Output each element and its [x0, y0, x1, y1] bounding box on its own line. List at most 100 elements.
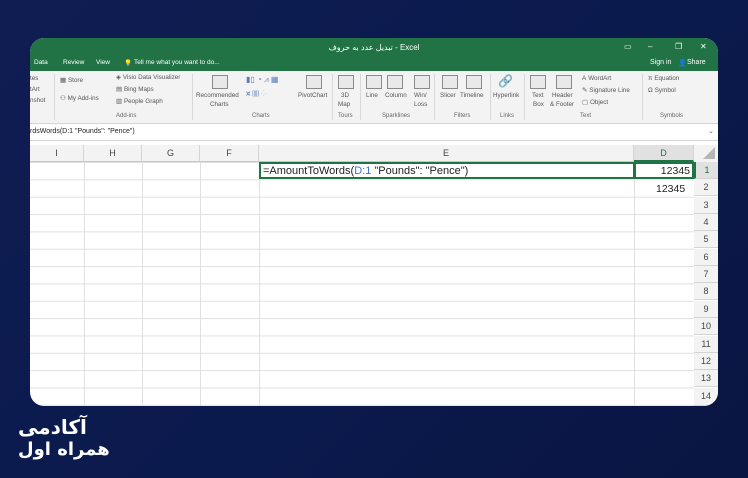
share-icon[interactable]: 👤 [678, 59, 687, 67]
header-footer-button[interactable]: Header [552, 92, 573, 99]
visio-button[interactable]: ◈ Visio Data Visualizer [116, 74, 180, 81]
column-header-i[interactable]: I [30, 145, 84, 162]
row-header[interactable]: 13 [694, 370, 718, 388]
academy-logo: آکادمی همراه اول [18, 415, 110, 460]
select-all-corner[interactable] [694, 145, 718, 162]
column-header-g[interactable]: G [142, 145, 200, 162]
row-header[interactable]: 9 [694, 300, 718, 318]
header-footer-icon [556, 75, 572, 89]
3d-map-label[interactable]: 3D [341, 92, 349, 99]
formula-bar[interactable]: rdsWords(D:1 "Pounds": "Pence") ⌄ [30, 124, 718, 141]
row-header[interactable]: 7 [694, 266, 718, 284]
column-header-f[interactable]: F [200, 145, 259, 162]
winloss-sparkline-icon [414, 75, 430, 89]
store-icon: ▦ [60, 77, 66, 84]
sparkline-winloss-button[interactable]: Win/ [414, 92, 427, 99]
cell-d1-value: 12345 [660, 165, 690, 177]
row-header[interactable]: 10 [694, 318, 718, 336]
row-header[interactable]: 8 [694, 283, 718, 301]
symbol-button[interactable]: Ω Symbol [648, 87, 676, 94]
people-icon: ▥ [116, 98, 122, 105]
slicer-button[interactable]: Slicer [440, 92, 456, 99]
ribbon-display-icon[interactable]: ▭ [624, 42, 632, 51]
cell-reference: D:1 [354, 165, 372, 177]
sparkline-winloss-label2[interactable]: Loss [414, 101, 427, 108]
text-box-icon [530, 75, 546, 89]
group-label-charts: Charts [252, 113, 270, 119]
row-header[interactable]: 12 [694, 352, 718, 370]
column-header-h[interactable]: H [84, 145, 142, 162]
ribbon-partial-label[interactable]: tes [30, 75, 38, 82]
column-header-d[interactable]: D [634, 145, 694, 162]
minimize-icon[interactable]: – [648, 42, 652, 51]
timeline-button[interactable]: Timeline [460, 92, 484, 99]
group-label-filters: Filters [454, 113, 471, 119]
chart-types-icon[interactable]: ▮▯ ◔ ⩘ ▦ [246, 75, 278, 85]
row-header[interactable]: 6 [694, 248, 718, 266]
cell-d1[interactable]: 12345 [634, 162, 694, 179]
text-box-button[interactable]: Text [532, 92, 544, 99]
row-header[interactable]: 2 [694, 179, 718, 197]
cell-e1-formula[interactable]: =AmountToWords(D:1 "Pounds": "Pence") [263, 165, 468, 177]
recommended-charts-label[interactable]: Recommended [196, 92, 239, 99]
tab-view[interactable]: View [96, 59, 110, 66]
wordart-icon: A [582, 75, 587, 82]
cell-e1-editing[interactable]: =AmountToWords(D:1 "Pounds": "Pence") [259, 162, 635, 179]
store-button[interactable]: ▦ Store [60, 77, 83, 84]
tab-data[interactable]: Data [34, 59, 48, 66]
excel-window: تبدیل عدد به حروف - Excel ▭ – ❐ ✕ Data R… [30, 38, 718, 406]
3d-map-icon [338, 75, 354, 89]
recommended-charts-label2[interactable]: Charts [210, 101, 229, 108]
bing-icon: ▤ [116, 86, 122, 93]
header-footer-label2[interactable]: & Footer [550, 101, 574, 108]
text-box-label2[interactable]: Box [533, 101, 544, 108]
group-label-addins: Add-ins [116, 113, 137, 119]
3d-map-label2[interactable]: Map [338, 101, 350, 108]
chevron-down-icon[interactable]: ⌄ [708, 127, 714, 135]
logo-line-2: همراه اول [18, 439, 110, 460]
sparkline-line-button[interactable]: Line [366, 92, 378, 99]
equation-button[interactable]: π Equation [648, 75, 679, 82]
ribbon-partial-label[interactable]: nshot [30, 97, 45, 104]
cell-grid[interactable] [30, 162, 694, 406]
ribbon-partial-label[interactable]: tArt [30, 86, 40, 93]
visio-icon: ◈ [116, 74, 121, 81]
bing-maps-button[interactable]: ▤ Bing Maps [116, 86, 154, 93]
object-button[interactable]: ▢ Object [582, 99, 608, 106]
close-icon[interactable]: ✕ [700, 42, 707, 51]
row-header[interactable]: 11 [694, 335, 718, 353]
row-header[interactable]: 4 [694, 214, 718, 231]
my-addins-button[interactable]: ⚇ My Add-ins [60, 95, 99, 102]
pivotchart-button[interactable]: PivotChart [298, 92, 327, 99]
signature-line-button[interactable]: ✎ Signature Line [582, 87, 630, 94]
timeline-icon [466, 75, 482, 89]
group-label-symbols: Symbols [660, 113, 684, 119]
column-sparkline-icon [387, 75, 403, 89]
ribbon: tes tArt nshot ▦ Store ⚇ My Add-ins ◈ Visio… [30, 71, 718, 124]
pi-icon: π [648, 75, 653, 82]
row-header[interactable]: 3 [694, 196, 718, 214]
row-header[interactable]: 5 [694, 231, 718, 249]
hyperlink-button[interactable]: Hyperlink [493, 92, 519, 99]
object-icon: ▢ [582, 99, 588, 106]
chart-types-icon-row2[interactable]: ⩙ ▥ ⁘ [246, 89, 267, 99]
wordart-button[interactable]: A WordArt [582, 75, 611, 82]
formula-text[interactable]: rdsWords(D:1 "Pounds": "Pence") [30, 128, 135, 135]
row-header[interactable]: 1 [694, 162, 718, 179]
omega-icon: Ω [648, 87, 653, 94]
sparkline-column-button[interactable]: Column [385, 92, 407, 99]
tab-review[interactable]: Review [63, 59, 84, 66]
cell-d2-value[interactable]: 12345 [656, 183, 685, 195]
hyperlink-icon: 🔗 [498, 74, 513, 88]
tell-me-box[interactable]: Tell me what you want to do... [134, 59, 220, 66]
group-label-tours: Tours [338, 113, 353, 119]
column-header-e[interactable]: E [259, 145, 634, 162]
restore-icon[interactable]: ❐ [675, 42, 682, 51]
share-button[interactable]: Share [687, 59, 706, 66]
people-graph-button[interactable]: ▥ People Graph [116, 98, 163, 105]
title-bar: تبدیل عدد به حروف - Excel ▭ – ❐ ✕ Data R… [30, 38, 718, 71]
sign-in-link[interactable]: Sign in [650, 59, 671, 66]
row-header[interactable]: 14 [694, 387, 718, 406]
window-title: تبدیل عدد به حروف - Excel [328, 43, 420, 52]
signature-icon: ✎ [582, 87, 588, 94]
